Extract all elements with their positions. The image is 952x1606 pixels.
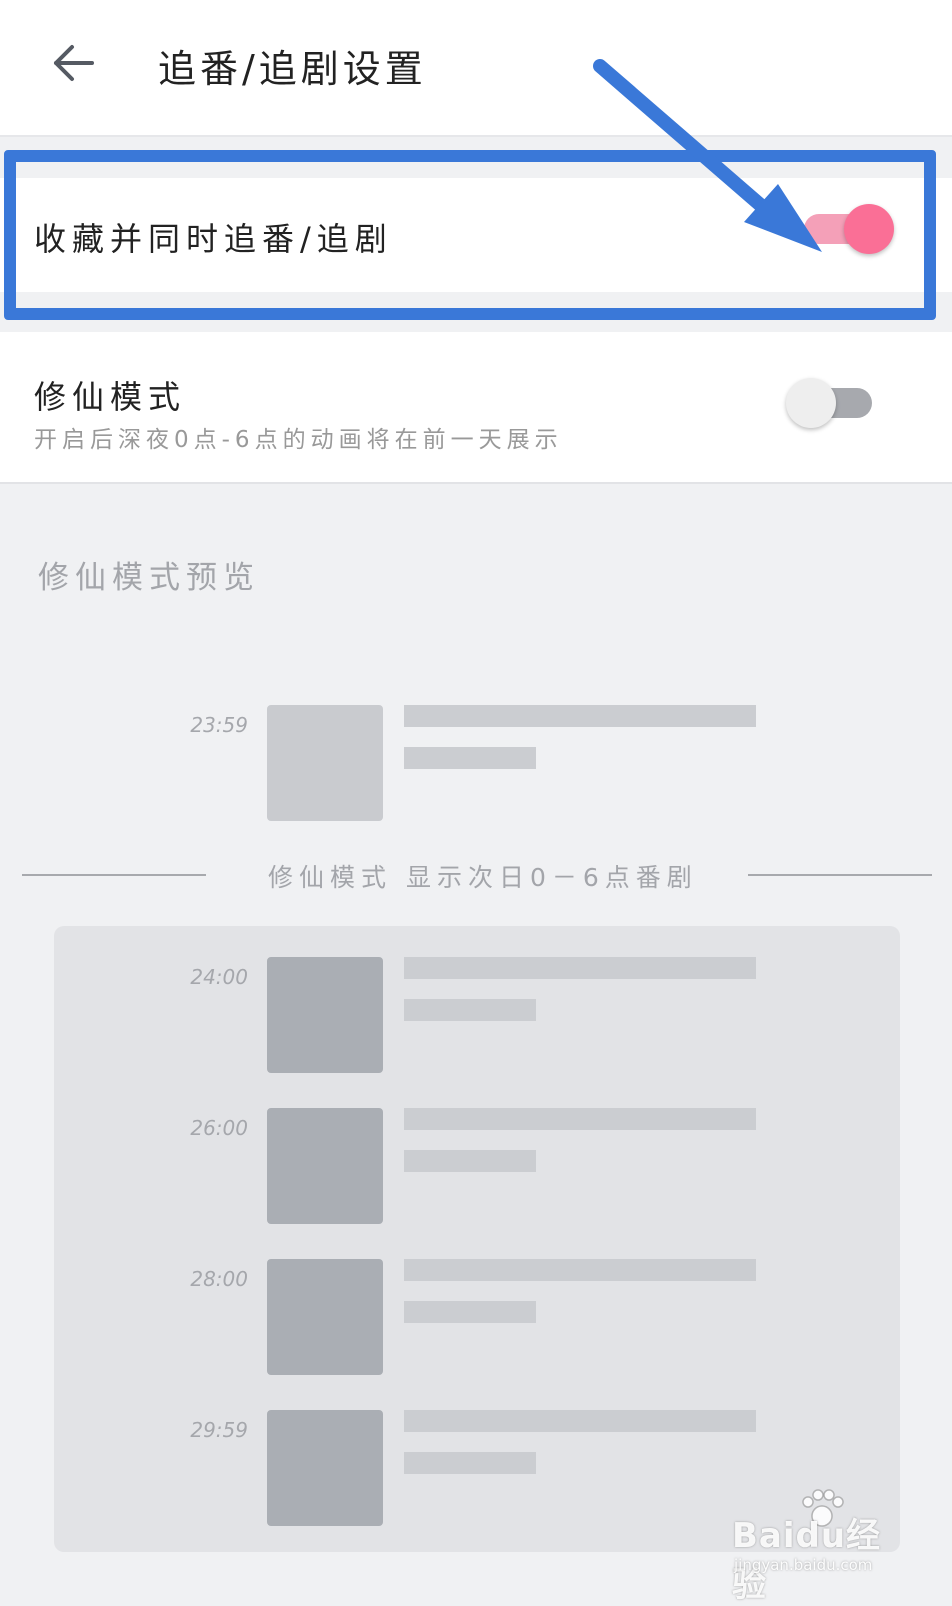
placeholder-thumbnail — [267, 705, 383, 821]
schedule-item: 28:00 — [0, 1259, 952, 1375]
placeholder-title-bar — [404, 957, 756, 979]
placeholder-title-bar — [404, 1410, 756, 1432]
placeholder-subtitle-bar — [404, 1150, 536, 1172]
page-title: 追番/追剧设置 — [158, 47, 427, 91]
xiuxian-toggle[interactable] — [786, 378, 872, 428]
schedule-item: 26:00 — [0, 1108, 952, 1224]
baidu-watermark: Baidu经验 jingyan.baidu.com — [728, 1489, 908, 1605]
follow-setting-label: 收藏并同时追番/追剧 — [34, 220, 393, 258]
time-label: 29:59 — [190, 1418, 248, 1442]
divider-line — [22, 874, 206, 876]
setting-row-xiuxian: 修仙模式 开启后深夜0点-6点的动画将在前一天展示 — [0, 332, 952, 484]
time-label: 23:59 — [190, 713, 248, 737]
placeholder-thumbnail — [267, 1108, 383, 1224]
preview-title: 修仙模式预览 — [38, 560, 260, 596]
divider-line — [748, 874, 932, 876]
placeholder-title-bar — [404, 1108, 756, 1130]
time-label: 26:00 — [190, 1116, 248, 1140]
time-label: 24:00 — [190, 965, 248, 989]
next-day-divider: 修仙模式 显示次日0－6点番剧 — [0, 858, 952, 898]
time-label: 28:00 — [190, 1267, 248, 1291]
schedule-item: 23:59 — [0, 705, 952, 821]
follow-toggle[interactable] — [804, 204, 894, 254]
xiuxian-setting-label: 修仙模式 — [34, 378, 187, 416]
placeholder-thumbnail — [267, 1410, 383, 1526]
xiuxian-setting-description: 开启后深夜0点-6点的动画将在前一天展示 — [34, 427, 563, 453]
placeholder-title-bar — [404, 705, 756, 727]
setting-row-follow: 收藏并同时追番/追剧 — [0, 178, 952, 292]
arrow-left-icon — [54, 45, 94, 81]
toggle-knob — [786, 378, 836, 428]
app-header: 追番/追剧设置 — [0, 0, 952, 137]
placeholder-title-bar — [404, 1259, 756, 1281]
placeholder-subtitle-bar — [404, 1301, 536, 1323]
placeholder-thumbnail — [267, 957, 383, 1073]
placeholder-subtitle-bar — [404, 999, 536, 1021]
back-button[interactable] — [48, 38, 98, 88]
divider-text: 修仙模式 显示次日0－6点番剧 — [268, 863, 698, 892]
placeholder-subtitle-bar — [404, 1452, 536, 1474]
placeholder-thumbnail — [267, 1259, 383, 1375]
schedule-item: 24:00 — [0, 957, 952, 1073]
toggle-knob — [844, 204, 894, 254]
placeholder-subtitle-bar — [404, 747, 536, 769]
watermark-url: jingyan.baidu.com — [734, 1556, 873, 1574]
